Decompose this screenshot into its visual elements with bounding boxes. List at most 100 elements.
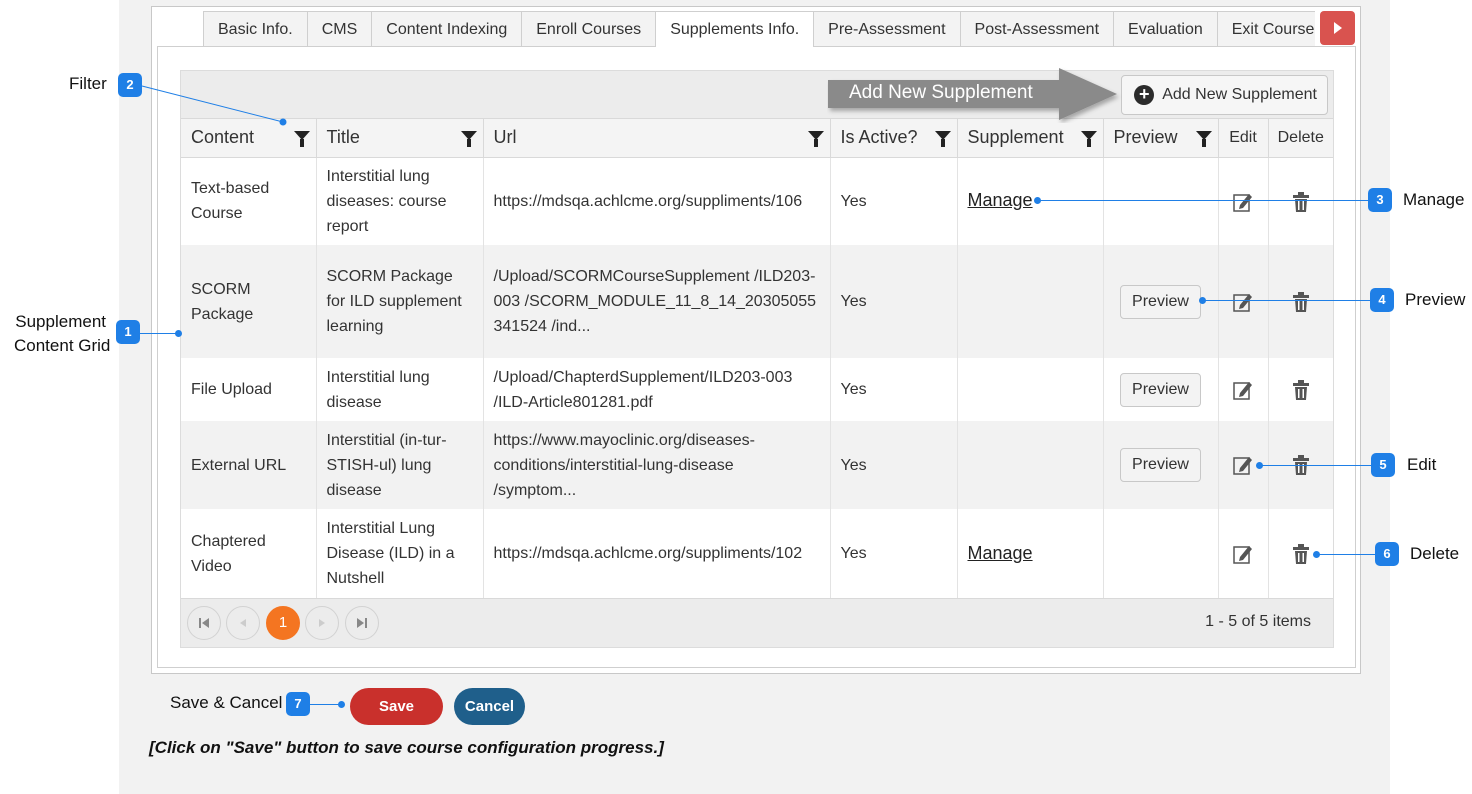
trash-icon[interactable]	[1292, 543, 1310, 565]
filter-icon[interactable]	[293, 131, 310, 147]
trash-icon[interactable]	[1292, 191, 1310, 213]
preview-button[interactable]: Preview	[1120, 372, 1201, 407]
callout-badge: 5	[1371, 453, 1395, 477]
grid-toolbar: + Add New Supplement	[181, 71, 1333, 119]
callout-1-label: Supplement Content Grid	[14, 310, 111, 358]
manage-link[interactable]: Manage	[968, 543, 1033, 563]
first-page-button[interactable]	[187, 606, 221, 640]
column-header-url: Url	[483, 119, 831, 158]
tab-strip: Basic Info. CMS Content Indexing Enroll …	[203, 11, 1315, 47]
callout-7-label: Save & Cancel	[170, 693, 283, 712]
callout-badge: 2	[118, 73, 142, 97]
add-supplement-arrow-callout: Add New Supplement	[827, 67, 1122, 128]
save-instruction-note: [Click on "Save" button to save course c…	[149, 738, 664, 757]
cell-url: /Upload/SCORMCourseSupplement /ILD203-00…	[483, 245, 831, 358]
manage-link[interactable]: Manage	[968, 190, 1033, 210]
callout-badge: 1	[116, 320, 140, 344]
callout-connector	[1260, 465, 1371, 466]
trash-icon[interactable]	[1292, 379, 1310, 401]
filter-icon[interactable]	[934, 131, 951, 147]
table-row: Chaptered Video Interstitial Lung Diseas…	[181, 509, 1333, 598]
tab-scroll-right-button[interactable]	[1320, 11, 1355, 45]
cell-content: External URL	[181, 421, 317, 509]
tab-basic-info[interactable]: Basic Info.	[203, 11, 308, 46]
tab-supplements-info[interactable]: Supplements Info.	[655, 11, 815, 47]
callout-dot	[338, 701, 345, 708]
table-header-row: Content Title Url Is Active? Supplement …	[181, 119, 1333, 158]
tab-post-assessment[interactable]: Post-Assessment	[959, 11, 1115, 46]
filter-icon[interactable]	[1195, 131, 1212, 147]
table-row: File Upload Interstitial lung disease /U…	[181, 358, 1333, 421]
supplement-content-grid: + Add New Supplement Content Title Url I…	[180, 70, 1334, 648]
grid-pager: 1 1 - 5 of 5 items	[181, 598, 1333, 647]
cell-active: Yes	[830, 358, 958, 421]
filter-icon[interactable]	[460, 131, 477, 147]
cell-title: Interstitial Lung Disease (ILD) in a Nut…	[316, 509, 484, 598]
cell-title: Interstitial lung disease	[316, 358, 484, 421]
tab-enroll-courses[interactable]: Enroll Courses	[521, 11, 657, 46]
cell-content: Text-based Course	[181, 157, 317, 245]
cell-url: https://www.mayoclinic.org/diseases-cond…	[483, 421, 831, 509]
edit-icon[interactable]	[1232, 454, 1254, 476]
cell-url: https://mdsqa.achlcme.org/suppliments/10…	[483, 509, 831, 598]
tab-evaluation[interactable]: Evaluation	[1113, 11, 1218, 46]
tab-exit-course[interactable]: Exit Course F	[1216, 11, 1315, 46]
next-page-button[interactable]	[305, 606, 339, 640]
cell-url: https://mdsqa.achlcme.org/suppliments/10…	[483, 157, 831, 245]
tab-content-indexing[interactable]: Content Indexing	[371, 11, 523, 46]
preview-button[interactable]: Preview	[1120, 284, 1201, 319]
cell-active: Yes	[830, 421, 958, 509]
prev-page-button[interactable]	[226, 606, 260, 640]
callout-connector	[140, 333, 178, 334]
callout-badge: 6	[1375, 542, 1399, 566]
edit-icon[interactable]	[1232, 543, 1254, 565]
cell-title: Interstitial lung diseases: course repor…	[316, 157, 484, 245]
save-button[interactable]: Save	[350, 688, 443, 725]
cell-content: Chaptered Video	[181, 509, 317, 598]
callout-1-label-line1: Supplement	[15, 312, 106, 331]
preview-button[interactable]: Preview	[1120, 448, 1201, 482]
edit-icon[interactable]	[1232, 379, 1254, 401]
last-page-button[interactable]	[345, 606, 379, 640]
callout-connector	[1203, 300, 1370, 301]
table-row: SCORM Package SCORM Package for ILD supp…	[181, 245, 1333, 358]
edit-icon[interactable]	[1232, 291, 1254, 313]
plus-circle-icon: +	[1134, 85, 1155, 105]
callout-4-label: Preview	[1405, 290, 1466, 309]
filter-icon[interactable]	[807, 131, 824, 147]
cell-active: Yes	[830, 245, 958, 358]
callout-dot	[175, 330, 182, 337]
pager-info: 1 - 5 of 5 items	[1205, 613, 1311, 630]
cell-active: Yes	[830, 509, 958, 598]
cell-content: SCORM Package	[181, 245, 317, 358]
callout-5-label: Edit	[1407, 455, 1437, 474]
callout-connector	[141, 85, 287, 126]
page-number-button[interactable]: 1	[266, 606, 300, 640]
tab-cms[interactable]: CMS	[306, 11, 373, 46]
cell-url: /Upload/ChapterdSupplement/ILD203-003 /I…	[483, 358, 831, 421]
add-new-supplement-button[interactable]: + Add New Supplement	[1121, 75, 1328, 115]
trash-icon[interactable]	[1292, 291, 1310, 313]
cell-content: File Upload	[181, 358, 317, 421]
table-row: Text-based Course Interstitial lung dise…	[181, 157, 1333, 245]
callout-2-label: Filter	[69, 74, 107, 93]
arrow-callout-text: Add New Supplement	[849, 82, 1033, 103]
callout-badge: 4	[1370, 288, 1394, 312]
callout-connector	[1038, 200, 1368, 201]
column-header-title: Title	[316, 119, 484, 158]
table-row: External URL Interstitial (in-tur-STISH-…	[181, 421, 1333, 509]
cancel-button[interactable]: Cancel	[454, 688, 525, 725]
callout-1-label-line2: Content Grid	[14, 336, 111, 355]
cell-active: Yes	[830, 157, 958, 245]
callout-3-label: Manage	[1403, 190, 1465, 209]
callout-badge: 3	[1368, 188, 1392, 212]
callout-badge: 7	[286, 692, 310, 716]
edit-icon[interactable]	[1232, 191, 1254, 213]
add-new-supplement-label: Add New Supplement	[1162, 86, 1317, 103]
column-header-delete: Delete	[1268, 119, 1333, 158]
callout-6-label: Delete	[1410, 544, 1460, 563]
tab-pre-assessment[interactable]: Pre-Assessment	[813, 11, 961, 46]
filter-icon[interactable]	[1080, 131, 1097, 147]
cell-title: SCORM Package for ILD supplement learnin…	[316, 245, 484, 358]
column-header-edit: Edit	[1218, 119, 1269, 158]
